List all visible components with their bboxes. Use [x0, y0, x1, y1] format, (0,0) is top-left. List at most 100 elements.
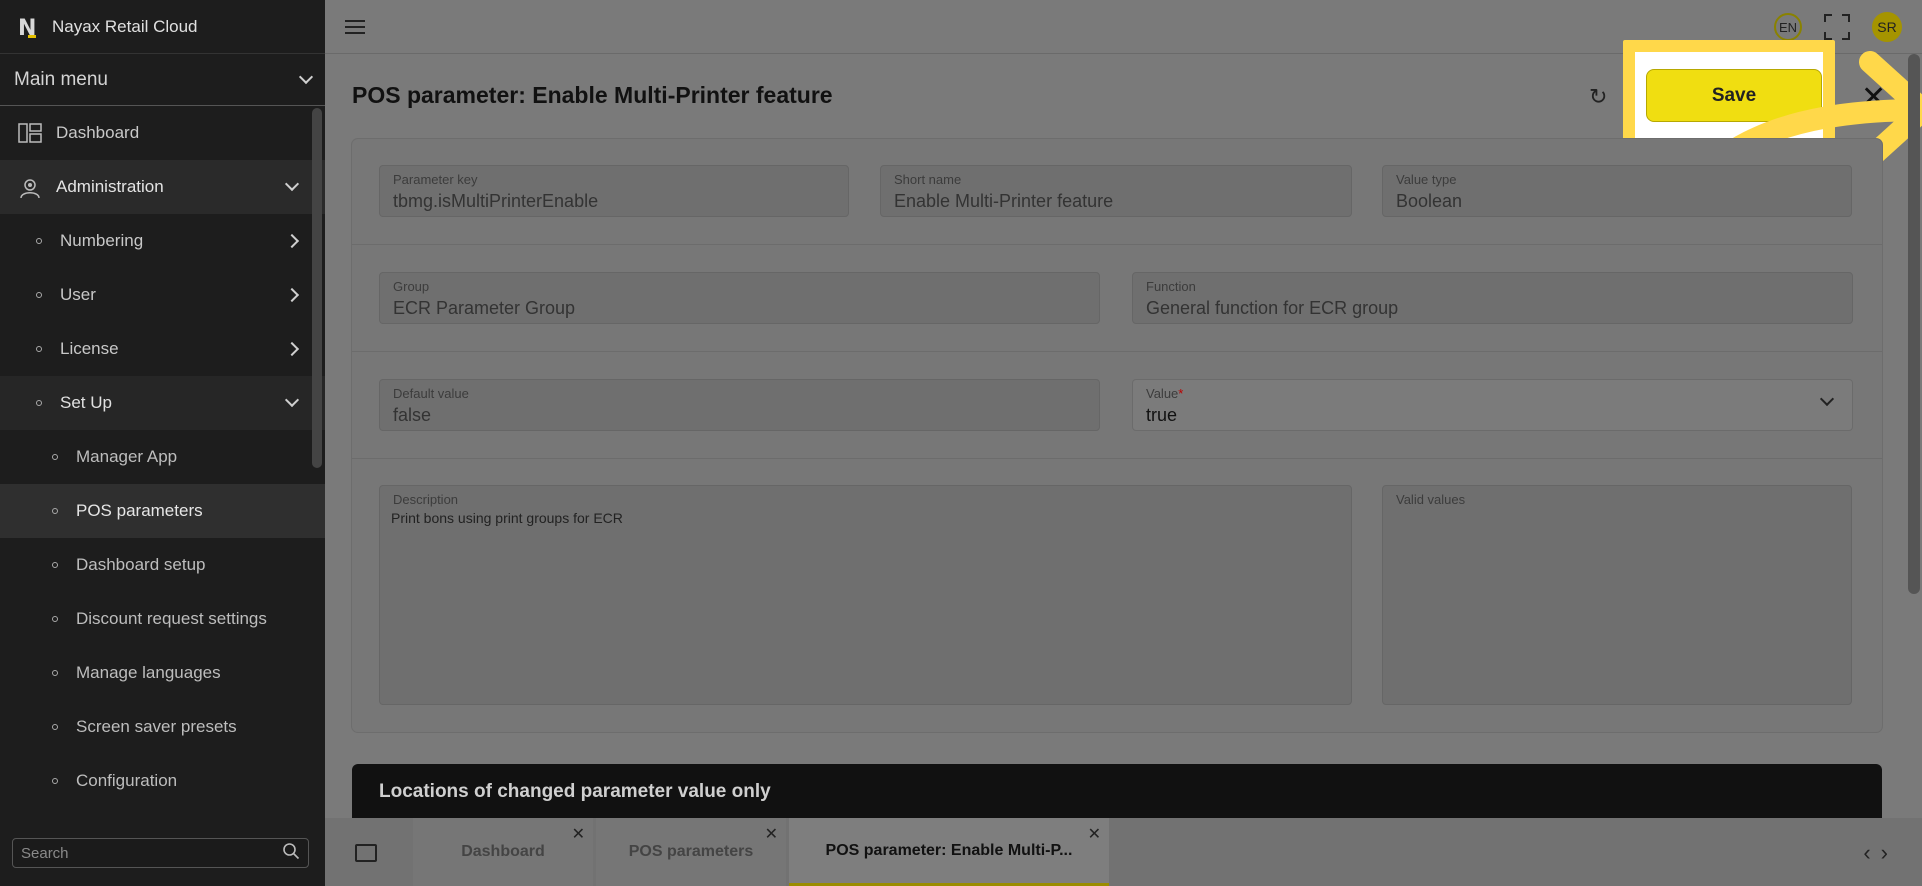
- sidebar-item-label: User: [60, 285, 96, 304]
- sidebar-nav: Dashboard Administration Numbering User …: [0, 106, 325, 808]
- topbar-actions: EN SR: [1774, 12, 1902, 42]
- field-value: General function for ECR group: [1146, 298, 1399, 318]
- bullet-icon: [36, 346, 42, 352]
- admin-gear-user-icon: [18, 177, 42, 199]
- field-value: Enable Multi-Printer feature: [894, 191, 1114, 211]
- bullet-icon: [52, 724, 58, 730]
- close-icon[interactable]: ✕: [572, 824, 585, 844]
- sidebar-item-label: Screen saver presets: [76, 717, 237, 736]
- sidebar-scrollbar[interactable]: [312, 108, 322, 468]
- sidebar-item-manager-app[interactable]: Manager App: [0, 430, 325, 484]
- field-label: Group: [393, 279, 430, 294]
- locations-section-header: Locations of changed parameter value onl…: [352, 764, 1882, 824]
- dashboard-icon: [18, 123, 42, 143]
- bullet-icon: [52, 670, 58, 676]
- function-field: Function General function for ECR group: [1132, 272, 1853, 324]
- field-label: Value*: [1146, 386, 1183, 401]
- parameter-key-field: Parameter key tbmg.isMultiPrinterEnable: [379, 165, 849, 217]
- field-label: Function: [1146, 279, 1196, 294]
- brand: N Nayax Retail Cloud: [0, 0, 325, 54]
- main-area: EN SR POS parameter: Enable Multi-Printe…: [325, 0, 1922, 886]
- tab-scroll-arrows[interactable]: ‹›: [1863, 840, 1898, 866]
- main-menu-label: Main menu: [14, 68, 108, 90]
- sidebar-item-screen-saver-presets[interactable]: Screen saver presets: [0, 700, 325, 754]
- valid-values-field: Valid values: [1382, 485, 1852, 705]
- chevron-right-icon: [284, 287, 300, 303]
- sidebar-item-pos-parameters[interactable]: POS parameters: [0, 484, 325, 538]
- sidebar-item-dashboard-setup[interactable]: Dashboard setup: [0, 538, 325, 592]
- sidebar-item-label: Discount request settings: [76, 609, 267, 628]
- bullet-icon: [36, 292, 42, 298]
- sidebar-item-label: Manager App: [76, 447, 178, 466]
- field-value: tbmg.isMultiPrinterEnable: [393, 191, 599, 211]
- parameter-form-card: Parameter key tbmg.isMultiPrinterEnable …: [352, 139, 1882, 732]
- tab-dashboard[interactable]: Dashboard ✕: [413, 818, 593, 886]
- bullet-icon: [36, 400, 42, 406]
- chevron-down-icon: [298, 69, 314, 84]
- sidebar-item-label: Configuration: [76, 771, 178, 790]
- tab-pos-parameters[interactable]: POS parameters ✕: [596, 818, 786, 886]
- divider: [352, 244, 1882, 245]
- sidebar-search-input[interactable]: [21, 844, 282, 862]
- divider: [352, 351, 1882, 352]
- sidebar-item-label: Manage languages: [76, 663, 221, 682]
- bullet-icon: [52, 454, 58, 460]
- main-scrollbar[interactable]: [1908, 54, 1920, 594]
- bullet-icon: [52, 616, 58, 622]
- field-label: Valid values: [1396, 492, 1466, 507]
- sidebar-item-label: Dashboard setup: [76, 555, 206, 574]
- search-icon[interactable]: [282, 842, 300, 865]
- bullet-icon: [52, 562, 58, 568]
- sidebar-item-label: Numbering: [60, 231, 144, 250]
- sidebar-item-numbering[interactable]: Numbering: [0, 214, 325, 268]
- tabs-overview-icon[interactable]: [355, 844, 377, 862]
- app-title: Nayax Retail Cloud: [52, 16, 198, 36]
- short-name-field: Short name Enable Multi-Printer feature: [880, 165, 1352, 217]
- default-value-field: Default value false: [379, 379, 1100, 431]
- sidebar-item-administration[interactable]: Administration: [0, 160, 325, 214]
- page-title: POS parameter: Enable Multi-Printer feat…: [352, 82, 833, 108]
- bullet-icon: [36, 238, 42, 244]
- main-menu-toggle[interactable]: Main menu: [0, 54, 325, 106]
- value-type-field: Value type Boolean: [1382, 165, 1852, 217]
- value-select[interactable]: Value* true: [1132, 379, 1853, 431]
- sidebar-item-license[interactable]: License: [0, 322, 325, 376]
- sidebar-search: [12, 838, 309, 868]
- sidebar-item-set-up[interactable]: Set Up: [0, 376, 325, 430]
- group-field: Group ECR Parameter Group: [379, 272, 1100, 324]
- close-icon[interactable]: ✕: [1088, 824, 1101, 844]
- sidebar-item-dashboard[interactable]: Dashboard: [0, 106, 325, 160]
- field-label: Value type: [1396, 172, 1457, 187]
- field-value: false: [393, 405, 432, 425]
- chevron-down-icon: [284, 176, 300, 192]
- sidebar-item-discount-request-settings[interactable]: Discount request settings: [0, 592, 325, 646]
- value-label-text: Value: [1146, 386, 1179, 401]
- hamburger-menu-icon[interactable]: [345, 19, 365, 34]
- chevron-down-icon: [284, 392, 300, 408]
- chevron-down-icon: [1819, 391, 1835, 407]
- sidebar-item-manage-languages[interactable]: Manage languages: [0, 646, 325, 700]
- sidebar-item-configuration[interactable]: Configuration: [0, 754, 325, 808]
- user-avatar[interactable]: SR: [1872, 12, 1902, 42]
- field-value: ECR Parameter Group: [393, 298, 576, 318]
- tab-bar: Dashboard ✕ POS parameters ✕ POS paramet…: [325, 818, 1922, 886]
- tab-label: POS parameters: [628, 843, 754, 860]
- field-label: Short name: [894, 172, 962, 187]
- sidebar-item-label: Dashboard: [56, 123, 140, 142]
- description-text: Print bons using print groups for ECR: [391, 510, 623, 526]
- sidebar-item-label: Administration: [56, 177, 164, 196]
- locations-title: Locations of changed parameter value onl…: [379, 781, 771, 802]
- field-label: Default value: [393, 386, 469, 401]
- tab-pos-parameter-detail[interactable]: POS parameter: Enable Multi-P... ✕: [789, 818, 1109, 886]
- description-field: Description Print bons using print group…: [379, 485, 1352, 705]
- language-selector[interactable]: EN: [1774, 13, 1802, 41]
- divider: [352, 458, 1882, 459]
- refresh-icon[interactable]: ↻: [1589, 84, 1607, 110]
- field-label: Description: [393, 492, 459, 507]
- field-label: Parameter key: [393, 172, 478, 187]
- fullscreen-icon[interactable]: [1824, 14, 1850, 40]
- close-icon[interactable]: ✕: [765, 824, 778, 844]
- tab-label: POS parameter: Enable Multi-P...: [825, 841, 1073, 859]
- sidebar-item-user[interactable]: User: [0, 268, 325, 322]
- sidebar-item-label: POS parameters: [76, 501, 203, 520]
